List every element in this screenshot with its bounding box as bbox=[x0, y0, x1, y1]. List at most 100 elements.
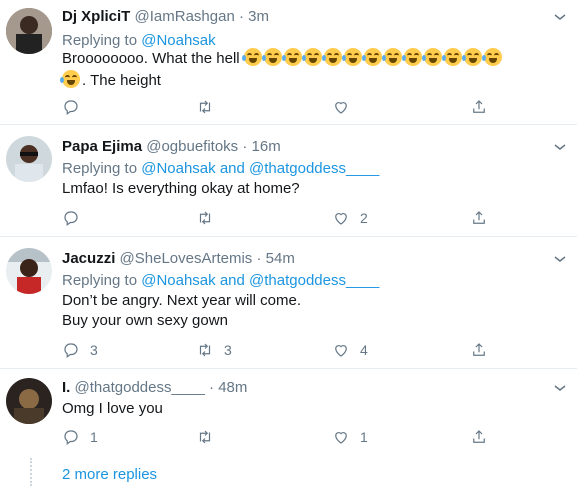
like-count: 2 bbox=[360, 210, 368, 226]
like-button[interactable]: 4 bbox=[332, 339, 368, 361]
replying-prefix: Replying to bbox=[62, 32, 142, 49]
reply-button[interactable]: 1 bbox=[62, 426, 98, 448]
display-name[interactable]: Jacuzzi bbox=[62, 250, 115, 267]
share-button[interactable] bbox=[470, 96, 488, 118]
replying-to-link[interactable]: @Noahsak and @thatgoddess____ bbox=[141, 272, 379, 289]
laughing-tears-emoji bbox=[441, 48, 462, 66]
laughing-tears-emoji bbox=[241, 48, 262, 66]
like-button[interactable]: 1 bbox=[332, 426, 368, 448]
like-icon bbox=[335, 432, 347, 444]
reply-icon bbox=[64, 100, 78, 115]
tweet-header: Jacuzzi @SheLovesArtemis · 54m bbox=[62, 250, 295, 267]
like-count: 1 bbox=[360, 429, 368, 445]
display-name[interactable]: I. bbox=[62, 379, 70, 396]
retweet-count: 3 bbox=[224, 342, 232, 358]
tweet-text: Broooooooo. What the hell bbox=[62, 48, 504, 67]
tweet-actions bbox=[62, 96, 522, 118]
avatar[interactable] bbox=[6, 248, 52, 294]
retweet-button[interactable] bbox=[196, 207, 224, 229]
display-name[interactable]: Dj XpliciT bbox=[62, 8, 130, 25]
more-replies-link[interactable]: 2 more replies bbox=[62, 466, 157, 483]
tweet-text-line: . The height bbox=[82, 72, 161, 89]
timestamp[interactable]: 54m bbox=[266, 250, 295, 267]
reply-button[interactable]: 3 bbox=[62, 339, 98, 361]
tweet-text: Omg I love you bbox=[62, 400, 163, 417]
laughing-tears-emoji bbox=[261, 48, 282, 66]
handle[interactable]: @IamRashgan bbox=[135, 8, 235, 25]
tweet-text: Don’t be angry. Next year will come. bbox=[62, 292, 301, 309]
tweet-card[interactable]: I. @thatgoddess____ · 48m Omg I love you… bbox=[0, 368, 577, 458]
like-icon bbox=[335, 213, 347, 225]
tweet-header: Dj XpliciT @IamRashgan · 3m bbox=[62, 8, 269, 25]
laughing-tears-emoji bbox=[461, 48, 482, 66]
separator: · bbox=[234, 8, 249, 25]
tweet-actions: 1 1 bbox=[62, 426, 522, 448]
laughing-tears-emoji bbox=[281, 48, 302, 66]
tweet-actions: 2 bbox=[62, 207, 522, 229]
reply-count: 1 bbox=[90, 429, 98, 445]
laughing-tears-emoji bbox=[361, 48, 382, 66]
reply-icon bbox=[64, 211, 78, 226]
retweet-icon bbox=[199, 343, 211, 357]
like-icon bbox=[335, 345, 347, 357]
chevron-down-icon[interactable] bbox=[553, 12, 567, 22]
retweet-icon bbox=[199, 211, 211, 225]
laughing-tears-emoji bbox=[321, 48, 342, 66]
timestamp[interactable]: 3m bbox=[248, 8, 269, 25]
avatar[interactable] bbox=[6, 136, 52, 182]
like-button[interactable] bbox=[332, 96, 360, 118]
handle[interactable]: @thatgoddess____ bbox=[75, 379, 205, 396]
tweet-text: Lmfao! Is everything okay at home? bbox=[62, 180, 300, 197]
like-count: 4 bbox=[360, 342, 368, 358]
share-button[interactable] bbox=[470, 426, 488, 448]
tweet-header: Papa Ejima @ogbuefitoks · 16m bbox=[62, 138, 281, 155]
laughing-tears-emoji bbox=[301, 48, 322, 66]
tweet-header: I. @thatgoddess____ · 48m bbox=[62, 379, 247, 396]
retweet-button[interactable]: 3 bbox=[196, 339, 232, 361]
separator: · bbox=[238, 138, 252, 155]
laughing-tears-emoji bbox=[381, 48, 402, 66]
replying-to-link[interactable]: @Noahsak bbox=[141, 32, 215, 49]
share-icon bbox=[473, 100, 485, 113]
chevron-down-icon[interactable] bbox=[553, 383, 567, 393]
handle[interactable]: @SheLovesArtemis bbox=[120, 250, 253, 267]
handle[interactable]: @ogbuefitoks bbox=[146, 138, 238, 155]
laughing-tears-emoji bbox=[401, 48, 422, 66]
retweet-icon bbox=[199, 430, 211, 444]
timestamp[interactable]: 48m bbox=[218, 379, 247, 396]
thread-connector bbox=[30, 458, 32, 486]
chevron-down-icon[interactable] bbox=[553, 142, 567, 152]
laughing-tears-emoji bbox=[421, 48, 442, 66]
replying-to: Replying to @Noahsak and @thatgoddess___… bbox=[62, 160, 379, 177]
tweet-text-line: Broooooooo. What the hell bbox=[62, 50, 240, 67]
display-name[interactable]: Papa Ejima bbox=[62, 138, 142, 155]
like-button[interactable]: 2 bbox=[332, 207, 368, 229]
retweet-icon bbox=[199, 100, 211, 114]
replying-to-link[interactable]: @Noahsak and @thatgoddess____ bbox=[141, 160, 379, 177]
retweet-button[interactable] bbox=[196, 426, 224, 448]
laughing-tears-emoji bbox=[341, 48, 362, 66]
reply-button[interactable] bbox=[62, 96, 90, 118]
share-icon bbox=[473, 430, 485, 443]
retweet-button[interactable] bbox=[196, 96, 224, 118]
avatar[interactable] bbox=[6, 8, 52, 54]
laughing-tears-emoji bbox=[481, 48, 502, 66]
like-icon bbox=[335, 102, 347, 114]
tweet-card[interactable]: Dj XpliciT @IamRashgan · 3m Replying to … bbox=[0, 0, 577, 125]
share-icon bbox=[473, 343, 485, 356]
tweet-card[interactable]: Jacuzzi @SheLovesArtemis · 54m Replying … bbox=[0, 236, 577, 369]
share-button[interactable] bbox=[470, 339, 488, 361]
laughing-tears-emoji bbox=[60, 70, 80, 88]
timestamp[interactable]: 16m bbox=[252, 138, 281, 155]
separator: · bbox=[204, 379, 219, 396]
share-icon bbox=[473, 211, 485, 224]
reply-icon bbox=[64, 430, 78, 445]
emoji-row bbox=[241, 48, 504, 67]
reply-button[interactable] bbox=[62, 207, 90, 229]
share-button[interactable] bbox=[470, 207, 488, 229]
avatar[interactable] bbox=[6, 378, 52, 424]
reply-count: 3 bbox=[90, 342, 98, 358]
chevron-down-icon[interactable] bbox=[553, 254, 567, 264]
tweet-card[interactable]: Papa Ejima @ogbuefitoks · 16m Replying t… bbox=[0, 124, 577, 237]
tweet-text-continued: Buy your own sexy gown bbox=[62, 312, 228, 329]
